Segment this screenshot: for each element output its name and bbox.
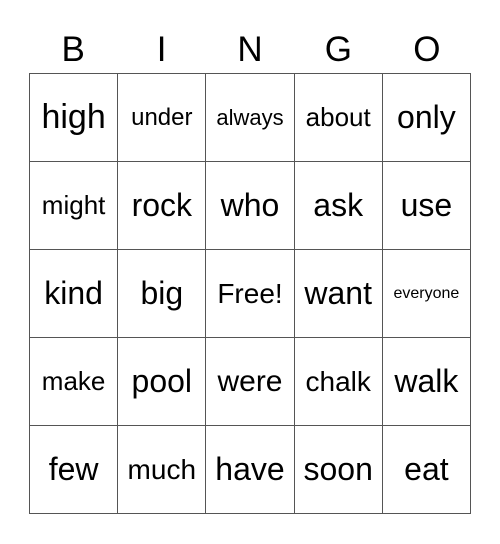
bingo-cell: much [118, 426, 207, 514]
bingo-cell: were [206, 338, 295, 426]
bingo-cell: big [118, 250, 207, 338]
bingo-cell: rock [118, 162, 207, 250]
bingo-cell: high [30, 74, 119, 162]
bingo-cell: under [118, 74, 207, 162]
bingo-cell: use [382, 162, 471, 250]
bingo-header: B I N G O [29, 28, 471, 72]
bingo-cell: eat [382, 426, 471, 514]
header-letter-b: B [61, 30, 85, 69]
bingo-cell: chalk [294, 338, 383, 426]
bingo-cell: who [206, 162, 295, 250]
bingo-cell: have [206, 426, 295, 514]
bingo-cell: make [30, 338, 119, 426]
header-letter-i: I [156, 30, 167, 69]
free-space: Free! [206, 250, 295, 338]
bingo-cell: only [382, 74, 471, 162]
bingo-cell: about [294, 74, 383, 162]
header-letter-n: N [237, 30, 263, 69]
bingo-cell: ask [294, 162, 383, 250]
bingo-cell: pool [118, 338, 207, 426]
bingo-grid: high under always about only might rock … [29, 73, 471, 514]
bingo-cell: might [30, 162, 119, 250]
bingo-cell: everyone [382, 250, 471, 338]
bingo-cell: walk [382, 338, 471, 426]
header-letter-g: G [324, 30, 353, 69]
bingo-cell: soon [294, 426, 383, 514]
bingo-cell: few [30, 426, 119, 514]
header-letter-o: O [413, 30, 441, 69]
bingo-cell: always [206, 74, 295, 162]
bingo-cell: kind [30, 250, 119, 338]
bingo-cell: want [294, 250, 383, 338]
